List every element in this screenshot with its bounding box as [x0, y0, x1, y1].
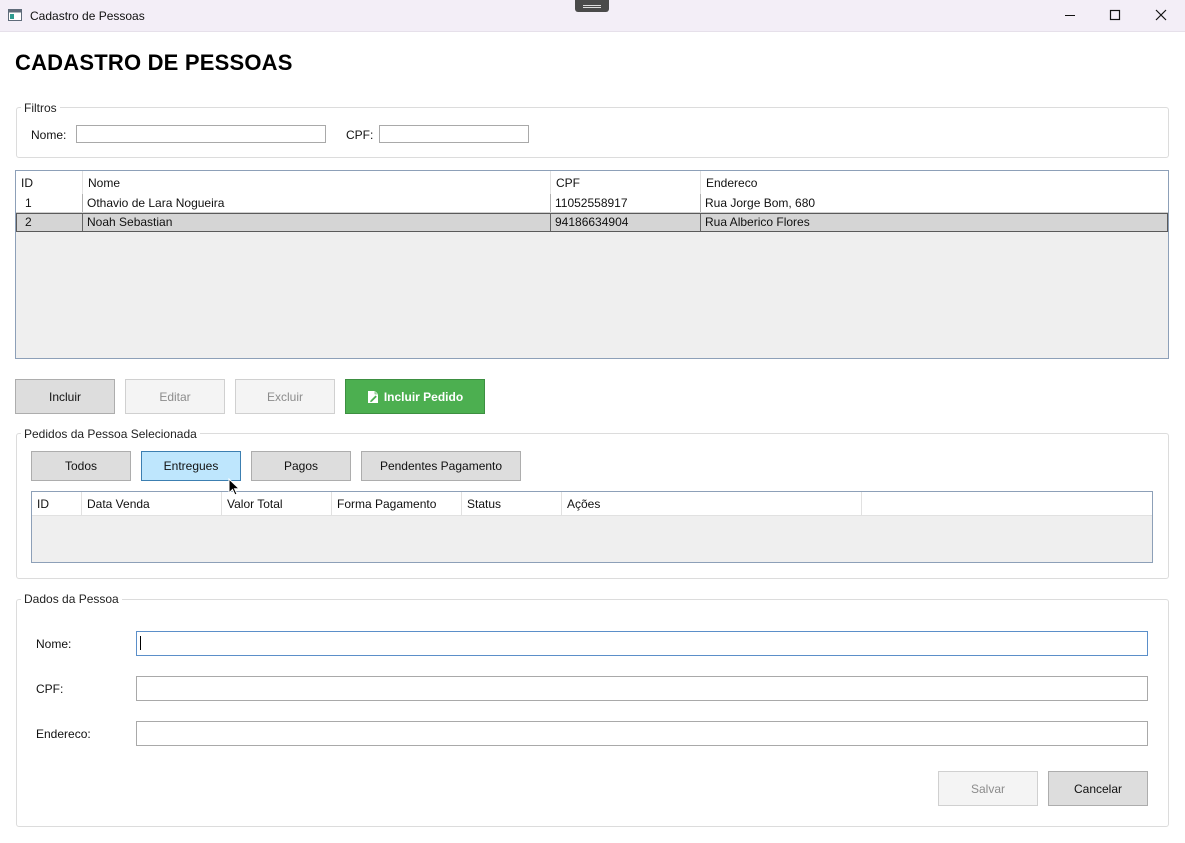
cell-nome: Noah Sebastian: [83, 214, 551, 231]
orders-grid[interactable]: ID Data Venda Valor Total Forma Pagament…: [31, 491, 1153, 563]
cancelar-button[interactable]: Cancelar: [1048, 771, 1148, 806]
endereco-label: Endereco:: [36, 727, 91, 741]
column-header-forma-pagamento[interactable]: Forma Pagamento: [332, 492, 462, 515]
column-header-id[interactable]: ID: [32, 492, 82, 515]
endereco-input[interactable]: [136, 721, 1148, 746]
people-grid-header: ID Nome CPF Endereco: [16, 171, 1168, 195]
cell-id: 2: [22, 214, 83, 231]
nome-label: Nome:: [36, 637, 72, 651]
table-row[interactable]: 1 Othavio de Lara Nogueira 11052558917 R…: [16, 194, 1168, 213]
filter-pendentes-button[interactable]: Pendentes Pagamento: [361, 451, 521, 481]
document-edit-icon: [367, 390, 380, 404]
filter-todos-button[interactable]: Todos: [31, 451, 131, 481]
filter-cpf-input[interactable]: [379, 125, 529, 143]
text-caret: [140, 636, 141, 650]
column-header-acoes[interactable]: Ações: [562, 492, 862, 515]
column-header-cpf[interactable]: CPF: [551, 171, 701, 194]
title-bar[interactable]: Cadastro de Pessoas: [0, 0, 1185, 32]
table-row-selected[interactable]: 2 Noah Sebastian 94186634904 Rua Alberic…: [16, 213, 1168, 232]
minimize-button[interactable]: [1047, 0, 1093, 31]
incluir-pedido-button[interactable]: Incluir Pedido: [345, 379, 485, 414]
snap-grip[interactable]: [575, 0, 609, 12]
column-header-status[interactable]: Status: [462, 492, 562, 515]
column-header-endereco[interactable]: Endereco: [701, 171, 1168, 194]
close-button[interactable]: [1138, 0, 1184, 31]
window-title: Cadastro de Pessoas: [30, 9, 145, 23]
salvar-button[interactable]: Salvar: [938, 771, 1038, 806]
maximize-button[interactable]: [1092, 0, 1138, 31]
filters-legend: Filtros: [21, 101, 60, 115]
nome-input[interactable]: [136, 631, 1148, 656]
filter-pagos-button[interactable]: Pagos: [251, 451, 351, 481]
cell-cpf: 11052558917: [551, 194, 701, 212]
editar-button[interactable]: Editar: [125, 379, 225, 414]
app-window-icon: [8, 9, 22, 21]
person-form-legend: Dados da Pessoa: [21, 592, 122, 606]
excluir-button[interactable]: Excluir: [235, 379, 335, 414]
cell-cpf: 94186634904: [551, 214, 701, 231]
orders-grid-header: ID Data Venda Valor Total Forma Pagament…: [32, 492, 1152, 516]
orders-legend: Pedidos da Pessoa Selecionada: [21, 427, 200, 441]
maximize-icon: [1109, 9, 1121, 21]
filter-nome-input[interactable]: [76, 125, 326, 143]
column-header-id[interactable]: ID: [16, 171, 83, 194]
cell-id: 1: [22, 194, 83, 212]
filter-entregues-button[interactable]: Entregues: [141, 451, 241, 481]
column-header-nome[interactable]: Nome: [83, 171, 551, 194]
mouse-pointer-icon: [228, 478, 240, 496]
people-grid[interactable]: ID Nome CPF Endereco 1 Othavio de Lara N…: [15, 170, 1169, 359]
filter-cpf-label: CPF:: [346, 128, 374, 142]
minimize-icon: [1065, 15, 1075, 16]
cell-nome: Othavio de Lara Nogueira: [83, 194, 551, 212]
cell-endereco: Rua Alberico Flores: [705, 215, 810, 229]
incluir-button[interactable]: Incluir: [15, 379, 115, 414]
cell-endereco: Rua Jorge Bom, 680: [705, 196, 816, 210]
incluir-pedido-label: Incluir Pedido: [383, 389, 464, 404]
cpf-input[interactable]: [136, 676, 1148, 701]
column-header-data-venda[interactable]: Data Venda: [82, 492, 222, 515]
cpf-label: CPF:: [36, 682, 64, 696]
filter-nome-label: Nome:: [31, 128, 67, 142]
page-title: CADASTRO DE PESSOAS: [15, 50, 293, 75]
close-icon: [1155, 9, 1167, 21]
